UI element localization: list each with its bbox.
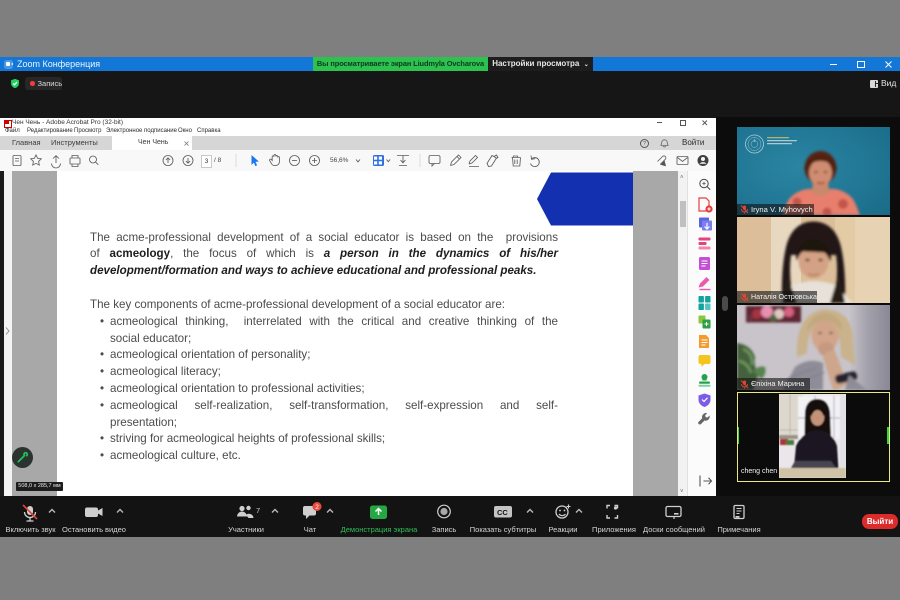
svg-text:7: 7: [256, 506, 260, 515]
svg-text:2: 2: [315, 504, 319, 511]
svg-text:CC: CC: [497, 508, 508, 517]
